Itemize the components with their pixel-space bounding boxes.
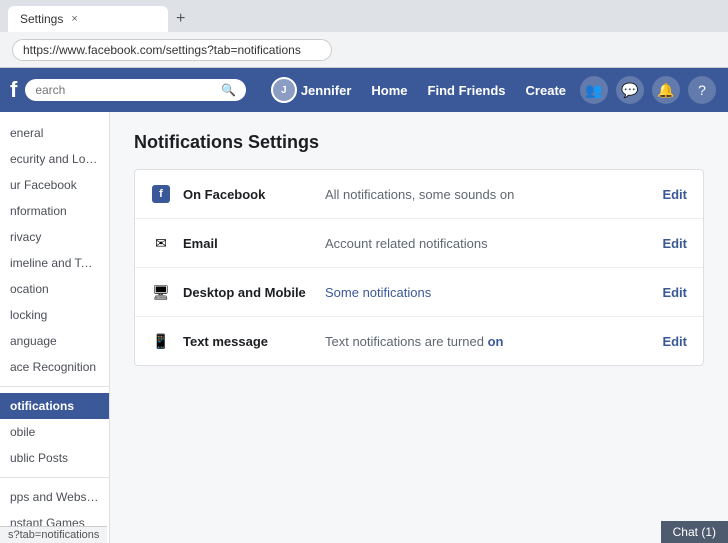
email-desc: Account related notifications — [325, 236, 650, 251]
help-icon[interactable]: ? — [688, 76, 716, 104]
text-icon: 📱 — [151, 331, 171, 351]
tab-title: Settings — [20, 12, 63, 26]
new-tab-button[interactable]: + — [168, 10, 193, 28]
sidebar-item-public-posts[interactable]: ublic Posts — [0, 445, 109, 471]
address-bar — [0, 32, 728, 68]
settings-row-desktop: 🖥 Desktop and Mobile Some notifications … — [135, 268, 703, 317]
user-name: Jennifer — [301, 83, 352, 98]
tab-bar: Settings × + — [0, 0, 728, 32]
main-content: Notifications Settings f On Facebook All… — [110, 112, 728, 543]
facebook-label: On Facebook — [183, 187, 313, 202]
email-edit-button[interactable]: Edit — [662, 236, 687, 251]
bottom-url: s?tab=notifications — [0, 526, 107, 543]
nav-find-friends[interactable]: Find Friends — [420, 79, 514, 102]
facebook-logo: f — [10, 77, 17, 103]
sidebar-item-timeline[interactable]: imeline and Tagging — [0, 250, 109, 276]
desktop-edit-button[interactable]: Edit — [662, 285, 687, 300]
desktop-label: Desktop and Mobile — [183, 285, 313, 300]
sidebar-item-mobile[interactable]: obile — [0, 419, 109, 445]
sidebar-divider — [0, 386, 109, 387]
nav-user[interactable]: J Jennifer — [263, 73, 360, 107]
facebook-icon: f — [151, 184, 171, 204]
text-on-highlight: on — [488, 334, 504, 349]
search-bar[interactable]: 🔍 — [25, 79, 246, 101]
sidebar-item-notifications[interactable]: otifications — [0, 393, 109, 419]
email-icon: ✉ — [151, 233, 171, 253]
desktop-desc: Some notifications — [325, 285, 650, 300]
sidebar-item-facebook-info[interactable]: ur Facebook — [0, 172, 109, 198]
settings-row-email: ✉ Email Account related notifications Ed… — [135, 219, 703, 268]
sidebar-item-language[interactable]: anguage — [0, 328, 109, 354]
text-desc: Text notifications are turned on — [325, 334, 650, 349]
email-label: Email — [183, 236, 313, 251]
search-icon: 🔍 — [221, 83, 236, 97]
sidebar-item-security[interactable]: ecurity and Login — [0, 146, 109, 172]
settings-row-text: 📱 Text message Text notifications are tu… — [135, 317, 703, 365]
active-tab[interactable]: Settings × — [8, 6, 168, 32]
facebook-navbar: f 🔍 J Jennifer Home Find Friends Create … — [0, 68, 728, 112]
sidebar-item-blocking[interactable]: locking — [0, 302, 109, 328]
notifications-icon[interactable]: 🔔 — [652, 76, 680, 104]
sidebar-item-apps[interactable]: pps and Websites — [0, 484, 109, 510]
desktop-icon: 🖥 — [151, 282, 171, 302]
nav-links: J Jennifer Home Find Friends Create 👥 💬 … — [263, 73, 718, 107]
sidebar-item-face-recognition[interactable]: ace Recognition — [0, 354, 109, 380]
settings-section: f On Facebook All notifications, some so… — [134, 169, 704, 366]
page-title: Notifications Settings — [134, 132, 704, 153]
address-input[interactable] — [12, 39, 332, 61]
sidebar-item-privacy[interactable]: rivacy — [0, 224, 109, 250]
search-input[interactable] — [35, 83, 215, 97]
people-icon[interactable]: 👥 — [580, 76, 608, 104]
chat-button[interactable]: Chat (1) — [661, 521, 728, 543]
sidebar: eneral ecurity and Login ur Facebook nfo… — [0, 112, 110, 543]
messenger-icon[interactable]: 💬 — [616, 76, 644, 104]
settings-row-facebook: f On Facebook All notifications, some so… — [135, 170, 703, 219]
sidebar-divider-2 — [0, 477, 109, 478]
nav-create[interactable]: Create — [518, 79, 574, 102]
text-edit-button[interactable]: Edit — [662, 334, 687, 349]
sidebar-item-location[interactable]: ocation — [0, 276, 109, 302]
facebook-edit-button[interactable]: Edit — [662, 187, 687, 202]
text-label: Text message — [183, 334, 313, 349]
facebook-desc: All notifications, some sounds on — [325, 187, 650, 202]
page-content: eneral ecurity and Login ur Facebook nfo… — [0, 112, 728, 543]
tab-close-button[interactable]: × — [71, 13, 77, 25]
sidebar-item-general[interactable]: eneral — [0, 120, 109, 146]
sidebar-item-information[interactable]: nformation — [0, 198, 109, 224]
avatar: J — [271, 77, 297, 103]
nav-home[interactable]: Home — [363, 79, 415, 102]
